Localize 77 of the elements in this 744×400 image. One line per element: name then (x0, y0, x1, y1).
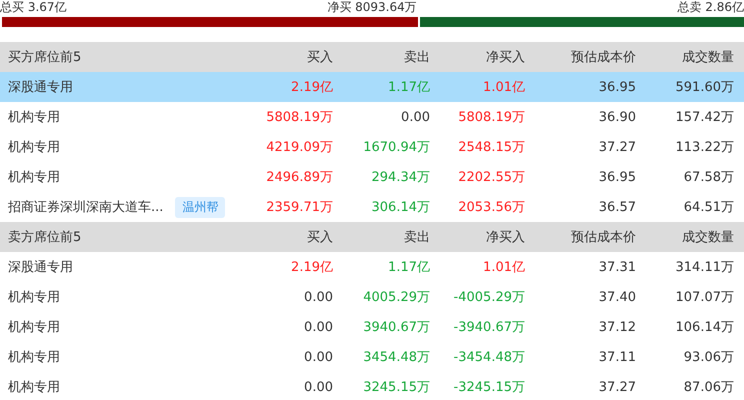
column-header: 卖出 (403, 229, 430, 246)
table-cell-text: 36.95 (598, 80, 636, 94)
table-cell-text: 2053.56万 (457, 199, 525, 216)
seat-name: 深股通专用 (8, 259, 73, 276)
table-cell-text: 2.19亿 (290, 79, 333, 96)
table-cell-text: 306.14万 (370, 199, 430, 216)
table-cell-text: 4005.29万 (362, 289, 430, 306)
table-cell-text: 4219.09万 (265, 139, 333, 156)
table-cell-text: 0.00 (303, 290, 333, 304)
table-cell-text: 0.00 (303, 380, 333, 394)
table-cell-text: 0.00 (303, 320, 333, 334)
net-buy-label: 净买 8093.64万 (327, 0, 417, 16)
table-cell-text: 5808.19万 (457, 109, 525, 126)
column-header: 净买入 (485, 49, 525, 66)
table-cell-text: 37.27 (598, 380, 636, 394)
table-cell-text: 1.01亿 (482, 259, 525, 276)
seat-name: 机构专用 (8, 109, 60, 126)
table-cell-text: 113.22万 (674, 139, 734, 156)
seat-name: 招商证券深圳深南大道车... (8, 199, 164, 216)
table-cell-text: -3940.67万 (452, 319, 525, 336)
table-cell-text: -4005.29万 (452, 289, 525, 306)
table-cell-text: 3454.48万 (362, 349, 430, 366)
table-cell-text: 36.90 (598, 110, 636, 124)
column-header: 卖方席位前5 (8, 229, 82, 246)
table-cell-text: 1.17亿 (387, 79, 430, 96)
table-cell-text: 36.95 (598, 170, 636, 184)
column-header: 净买入 (485, 229, 525, 246)
column-header: 预估成本价 (570, 229, 636, 246)
table-cell-text: 106.14万 (674, 319, 734, 336)
table-row[interactable]: 深股通专用 2.19亿 1.17亿 1.01亿 36.95 591.60万 (0, 72, 744, 102)
seat-name: 机构专用 (8, 169, 60, 186)
table-cell-text: -3454.48万 (452, 349, 525, 366)
column-header: 买入 (306, 229, 333, 246)
table-cell-text: 3940.67万 (362, 319, 430, 336)
table-cell-text: -3245.15万 (452, 379, 525, 396)
table-cell-text: 3245.15万 (362, 379, 430, 396)
table-cell-text: 64.51万 (682, 199, 734, 216)
table-cell-text: 2548.15万 (457, 139, 525, 156)
table-cell-text: 93.06万 (682, 349, 734, 366)
total-buy-label: 总买 3.67亿 (0, 0, 67, 16)
seat-name: 机构专用 (8, 289, 60, 306)
column-header: 卖出 (403, 49, 430, 66)
table-cell-text: 314.11万 (674, 259, 734, 276)
table-cell-text: 1670.94万 (362, 139, 430, 156)
column-header: 买方席位前5 (8, 49, 82, 66)
column-header: 买入 (306, 49, 333, 66)
seat-name: 机构专用 (8, 139, 60, 156)
table-cell-text: 107.07万 (674, 289, 734, 306)
table-cell-text: 2202.55万 (457, 169, 525, 186)
table-cell-text: 5808.19万 (265, 109, 333, 126)
table-cell-text: 2496.89万 (265, 169, 333, 186)
seat-name: 机构专用 (8, 319, 60, 336)
table-cell-text: 0.00 (400, 110, 430, 124)
table-cell-text: 37.11 (598, 350, 636, 364)
table-cell-text: 294.34万 (370, 169, 430, 186)
table-cell-text: 157.42万 (674, 109, 734, 126)
table-cell-text: 36.57 (598, 200, 636, 214)
table-cell-text: 37.31 (598, 260, 636, 274)
group-tag: 温州帮 (175, 196, 226, 218)
table-cell-text: 591.60万 (674, 79, 734, 96)
table-cell-text: 0.00 (303, 350, 333, 364)
table-cell-text: 1.17亿 (387, 259, 430, 276)
table-cell-text: 37.12 (598, 320, 636, 334)
table-cell-text: 87.06万 (682, 379, 734, 396)
table-cell-text: 2359.71万 (265, 199, 333, 216)
table-cell-text: 37.27 (598, 140, 636, 154)
seat-name: 机构专用 (8, 379, 60, 396)
seat-name: 机构专用 (8, 349, 60, 366)
seat-name: 深股通专用 (8, 79, 73, 96)
table-cell-text: 2.19亿 (290, 259, 333, 276)
total-sell-label: 总卖 2.86亿 (677, 0, 744, 16)
table-cell-text: 37.40 (598, 290, 636, 304)
column-header: 成交数量 (681, 229, 734, 246)
table-cell-text: 67.58万 (682, 169, 734, 186)
column-header: 成交数量 (681, 49, 734, 66)
table-cell-text: 1.01亿 (482, 79, 525, 96)
column-header: 预估成本价 (570, 49, 636, 66)
